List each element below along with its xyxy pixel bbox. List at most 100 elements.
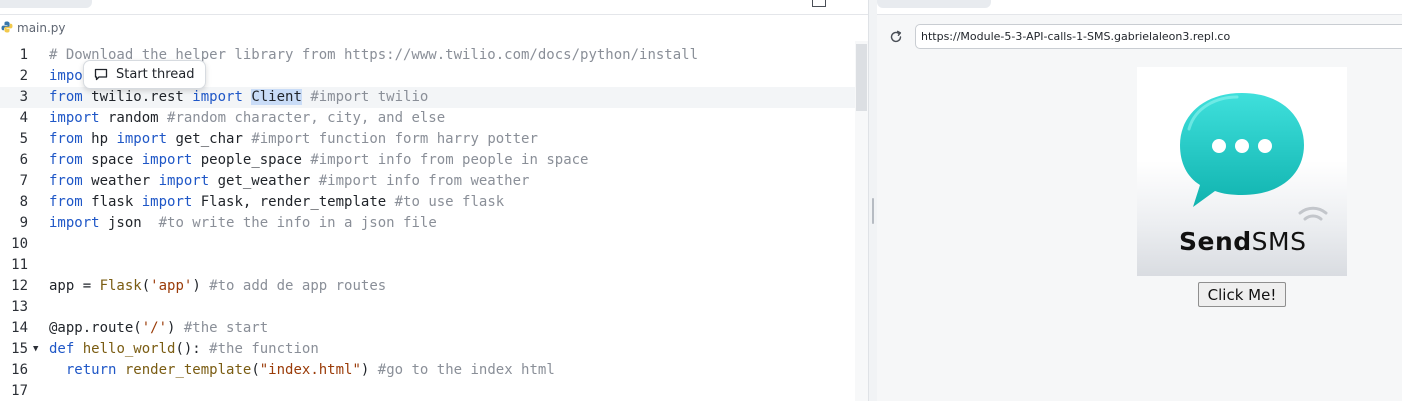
code-editor[interactable]: 1 # Download the helper library from http… [0, 45, 855, 401]
code-token: render_template [124, 362, 252, 378]
line-number: 17 [11, 383, 28, 399]
code-token: from [49, 89, 83, 105]
line-number: 8 [19, 194, 28, 210]
code-token: #import info from weather [318, 173, 530, 189]
code-line[interactable]: 15 ▼ def hello_world(): #the function [0, 339, 855, 360]
url-input[interactable]: https://Module-5-3-API-calls-1-SMS.gabri… [915, 24, 1402, 49]
code-line[interactable]: 16 return render_template("index.html") … [0, 360, 855, 381]
line-number: 13 [11, 299, 28, 315]
code-text: from flask import Flask, render_template… [49, 192, 504, 213]
code-token: ) [192, 278, 210, 294]
code-token: #import twilio [310, 89, 429, 105]
code-text: return render_template("index.html") #go… [49, 360, 555, 381]
code-token: from [49, 194, 83, 210]
click-me-button[interactable]: Click Me! [1198, 282, 1286, 307]
code-token: get_weather [209, 173, 319, 189]
code-token: ( [251, 362, 260, 378]
editor-tab[interactable] [0, 0, 92, 8]
code-token: #import function form harry potter [251, 131, 538, 147]
code-line[interactable]: 6 from space import people_space #import … [0, 150, 855, 171]
code-token: 'app' [150, 278, 193, 294]
code-line[interactable]: 8 from flask import Flask, render_templat… [0, 192, 855, 213]
code-token: ( [141, 278, 151, 294]
fold-arrow-icon[interactable]: ▼ [33, 339, 38, 360]
code-token: hello_world [82, 341, 176, 357]
code-token: #the function [209, 341, 319, 357]
code-line[interactable]: 5 from hp import get_char #import functio… [0, 129, 855, 150]
editor-scrollbar-thumb[interactable] [856, 44, 867, 111]
code-token: #go to the index html [377, 362, 555, 378]
code-token: #to write the info in a json file [158, 215, 437, 231]
line-number: 5 [19, 131, 28, 147]
code-token: import [141, 194, 193, 210]
sendsms-logo: SendSMS [1137, 67, 1347, 276]
code-line[interactable]: 9 import json #to write the info in a jso… [0, 213, 855, 234]
line-number: 1 [19, 47, 28, 63]
code-token: from [49, 131, 83, 147]
code-line[interactable]: 10 [0, 234, 855, 255]
line-number: 16 [11, 362, 28, 378]
code-line[interactable]: 4 import random #random character, city, … [0, 108, 855, 129]
code-token: random [99, 110, 168, 126]
code-token: import [192, 89, 243, 105]
code-token: get_char [167, 131, 252, 147]
code-token: @app.route( [49, 320, 142, 336]
logo-text: SendSMS [1179, 227, 1307, 256]
code-token: #to add de app routes [209, 278, 387, 294]
code-token: space [82, 152, 142, 168]
line-number: 12 [11, 278, 28, 294]
code-text: from space import people_space #import i… [49, 150, 588, 171]
line-number: 4 [19, 110, 28, 126]
code-token: #random character, city, and else [167, 110, 446, 126]
code-token: ) [360, 362, 378, 378]
code-line[interactable]: 17 [0, 381, 855, 401]
code-token: import [141, 152, 193, 168]
line-number: 2 [19, 68, 28, 84]
code-token: Flask [99, 278, 142, 294]
code-token: ) [167, 320, 184, 336]
start-thread-button[interactable]: Start thread [83, 60, 206, 89]
code-line[interactable]: 12 app = Flask('app') #to add de app rout… [0, 276, 855, 297]
code-token: "index.html" [259, 362, 361, 378]
code-text: @app.route('/') #the start [49, 318, 268, 339]
code-token: import [49, 215, 100, 231]
code-token: import [158, 173, 210, 189]
line-number: 7 [19, 173, 28, 189]
code-text: def hello_world(): #the function [49, 339, 319, 360]
code-token: app = [49, 278, 100, 294]
code-text: from hp import get_char #import function… [49, 129, 538, 150]
code-line[interactable]: 13 [0, 297, 855, 318]
code-token: people_space [192, 152, 311, 168]
code-token: '/' [141, 320, 168, 336]
resize-handle[interactable] [872, 198, 874, 224]
code-text: import json #to write the info in a json… [49, 213, 437, 234]
file-header: main.py [0, 15, 868, 41]
code-line[interactable]: 14 @app.route('/') #the start [0, 318, 855, 339]
panel-icon[interactable] [812, 0, 826, 7]
webview-tab[interactable] [877, 0, 991, 8]
code-token: import [49, 110, 100, 126]
code-line[interactable]: 3 from twilio.rest import Client #import … [0, 87, 855, 108]
code-token: twilio.rest [82, 89, 193, 105]
line-number: 11 [11, 257, 28, 273]
file-name[interactable]: main.py [17, 21, 66, 35]
code-token: def [49, 341, 75, 357]
reload-icon[interactable] [888, 29, 904, 45]
code-token: json [99, 215, 159, 231]
code-token: Flask, render_template [192, 194, 395, 210]
code-line[interactable]: 7 from weather import get_weather #import… [0, 171, 855, 192]
code-token: hp [82, 131, 117, 147]
line-number: 6 [19, 152, 28, 168]
line-number: 3 [19, 89, 28, 105]
line-number: 9 [19, 215, 28, 231]
editor-pane: main.py 1 # Download the helper library f… [0, 0, 868, 401]
code-text: from twilio.rest import Client #import t… [49, 87, 428, 108]
code-token: #to use flask [394, 194, 505, 210]
code-line[interactable]: 11 [0, 255, 855, 276]
code-token: #import info from people in space [310, 152, 589, 168]
webview-pane: https://Module-5-3-API-calls-1-SMS.gabri… [877, 0, 1402, 401]
code-text: from weather import get_weather #import … [49, 171, 529, 192]
